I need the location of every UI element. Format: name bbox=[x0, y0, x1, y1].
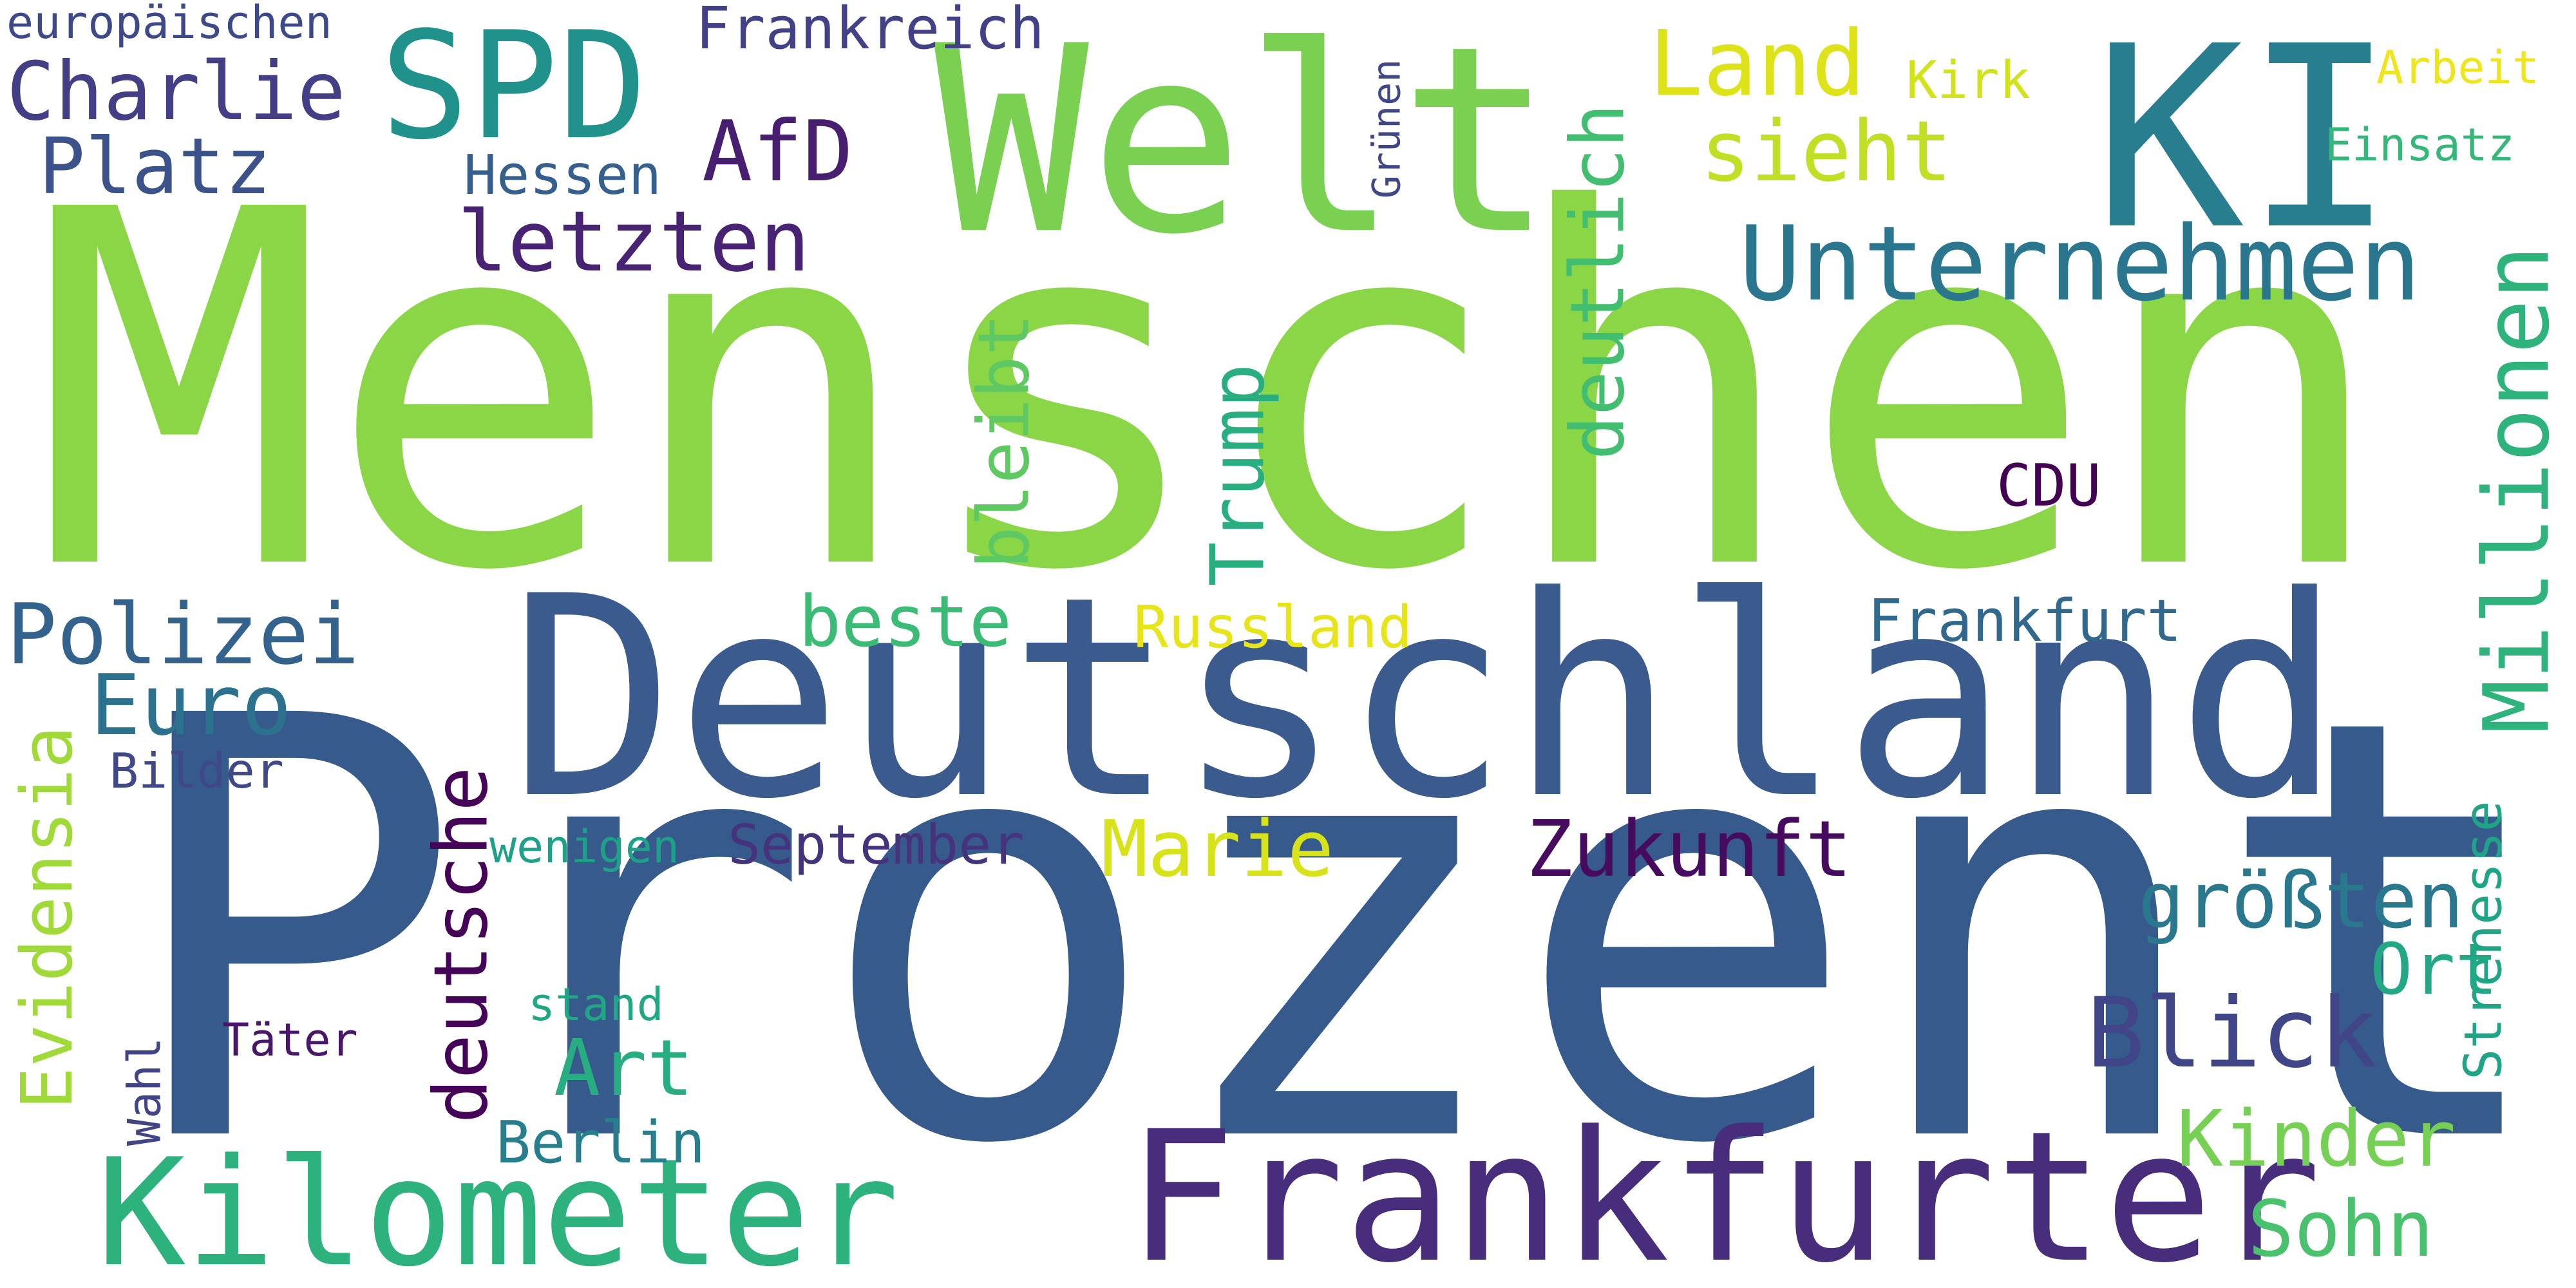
word-spd: SPD bbox=[380, 1, 648, 173]
word-art: Art bbox=[554, 1024, 694, 1113]
word-wahl: Wahl bbox=[118, 1037, 171, 1146]
word-sieht: sieht bbox=[1700, 102, 1953, 200]
word-arbeit: Arbeit bbox=[2376, 41, 2539, 94]
word-russland: Russland bbox=[1133, 594, 1413, 661]
word-stand: stand bbox=[528, 978, 664, 1031]
word-bilder: Bilder bbox=[109, 743, 284, 799]
word-afd: AfD bbox=[702, 102, 853, 200]
word-charlie: Charlie bbox=[6, 45, 346, 138]
word-cdu: CDU bbox=[1996, 452, 2101, 520]
word-kirk: Kirk bbox=[1906, 50, 2031, 110]
word-beste: beste bbox=[799, 580, 1012, 663]
word-frankreich: Frankreich bbox=[696, 0, 1045, 62]
word-wenigen: wenigen bbox=[489, 820, 680, 873]
word-gruenen: Grünen bbox=[1364, 59, 1410, 199]
word-millionen: Millionen bbox=[2465, 245, 2570, 734]
word-kinder: Kinder bbox=[2177, 1095, 2456, 1184]
word-letzten: letzten bbox=[457, 193, 810, 290]
word-zukunft: Zukunft bbox=[1526, 805, 1852, 895]
word-platz: Platz bbox=[39, 122, 272, 212]
word-taeter: Täter bbox=[222, 1014, 358, 1066]
word-deutsche: deutsche bbox=[418, 766, 505, 1124]
word-frankfurter: Frankfurter bbox=[1127, 1093, 2322, 1288]
word-trump: Trump bbox=[1195, 363, 1282, 587]
word-unternehmen: Unternehmen bbox=[1739, 204, 2421, 324]
word-blick: Blick bbox=[2087, 978, 2378, 1090]
word-euro: Euro bbox=[90, 656, 292, 754]
word-bleibt: bleibt bbox=[962, 313, 1045, 569]
word-ort: Ort bbox=[2370, 928, 2498, 1010]
word-evidensia: Evidensia bbox=[6, 725, 89, 1110]
word-marie: Marie bbox=[1101, 805, 1334, 895]
word-cloud: Menschen Prozent Deutschland Welt KI Fra… bbox=[0, 0, 2576, 1288]
word-europaeischen: europäischen bbox=[6, 0, 332, 49]
word-september: September bbox=[728, 813, 1025, 877]
word-sohn: Sohn bbox=[2248, 1185, 2434, 1274]
word-frankfurt: Frankfurt bbox=[1868, 587, 2182, 655]
word-deutlich: deutlich bbox=[1555, 103, 1642, 460]
word-land: Land bbox=[1649, 12, 1866, 117]
word-berlin: Berlin bbox=[496, 1109, 706, 1177]
word-einsatz: Einsatz bbox=[2325, 118, 2515, 171]
